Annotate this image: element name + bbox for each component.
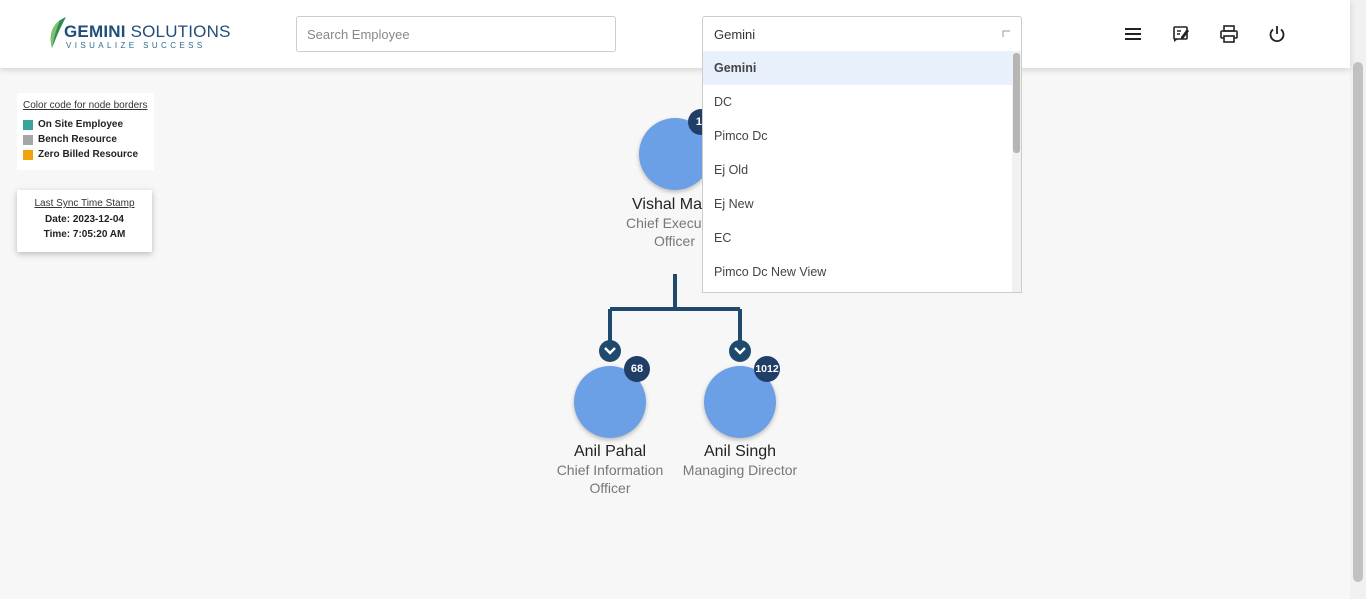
menu-icon[interactable] <box>1123 24 1143 44</box>
node-name[interactable]: Anil Pahal <box>560 443 660 461</box>
node-name[interactable]: Vishal Ma <box>632 196 702 214</box>
dropdown-option-pimco-dc[interactable]: Pimco Dc <box>703 119 1014 153</box>
dropdown-option-gemini[interactable]: Gemini <box>703 51 1014 85</box>
node-role: Chief Execut <box>626 215 706 231</box>
dropdown-option-ec[interactable]: EC <box>703 221 1014 255</box>
edit-note-icon[interactable] <box>1171 24 1191 44</box>
logo-name-rest: SOLUTIONS <box>125 22 231 41</box>
select-arrow-icon <box>1002 30 1010 37</box>
logo-tagline: VISUALIZE SUCCESS <box>66 41 206 50</box>
app-header: GEMINI SOLUTIONS VISUALIZE SUCCESS Gemin… <box>0 0 1350 68</box>
dropdown-scrollbar[interactable] <box>1012 51 1021 292</box>
chevron-down-icon <box>734 347 746 355</box>
dropdown-option-ej-new[interactable]: Ej New <box>703 187 1014 221</box>
node-role: Officer <box>589 480 631 496</box>
expand-chevron-button[interactable] <box>729 340 751 362</box>
dropdown-scroll-thumb[interactable] <box>1013 53 1020 153</box>
logo-name-bold: GEMINI <box>64 22 126 41</box>
print-icon[interactable] <box>1219 24 1239 44</box>
view-select[interactable]: Gemini <box>702 16 1022 52</box>
expand-chevron-button[interactable] <box>599 340 621 362</box>
dropdown-option-ej-old[interactable]: Ej Old <box>703 153 1014 187</box>
view-select-dropdown: Gemini DC Pimco Dc Ej Old Ej New EC Pimc… <box>702 51 1022 293</box>
power-icon[interactable] <box>1267 24 1287 44</box>
chevron-down-icon <box>604 347 616 355</box>
node-role: Officer <box>654 233 695 249</box>
dropdown-option-dc[interactable]: DC <box>703 85 1014 119</box>
view-select-value: Gemini <box>714 27 756 42</box>
node-role: Managing Director <box>682 462 798 478</box>
count-badge: 1012 <box>754 356 780 382</box>
count-badge: 68 <box>624 356 650 382</box>
node-name[interactable]: Anil Singh <box>690 443 790 461</box>
dropdown-option-pimco-dc-new-view[interactable]: Pimco Dc New View <box>703 255 1014 289</box>
org-connectors <box>608 274 742 344</box>
node-role: Chief Information <box>556 462 664 478</box>
company-logo[interactable]: GEMINI SOLUTIONS VISUALIZE SUCCESS <box>46 16 230 52</box>
search-employee-input[interactable] <box>296 16 616 52</box>
